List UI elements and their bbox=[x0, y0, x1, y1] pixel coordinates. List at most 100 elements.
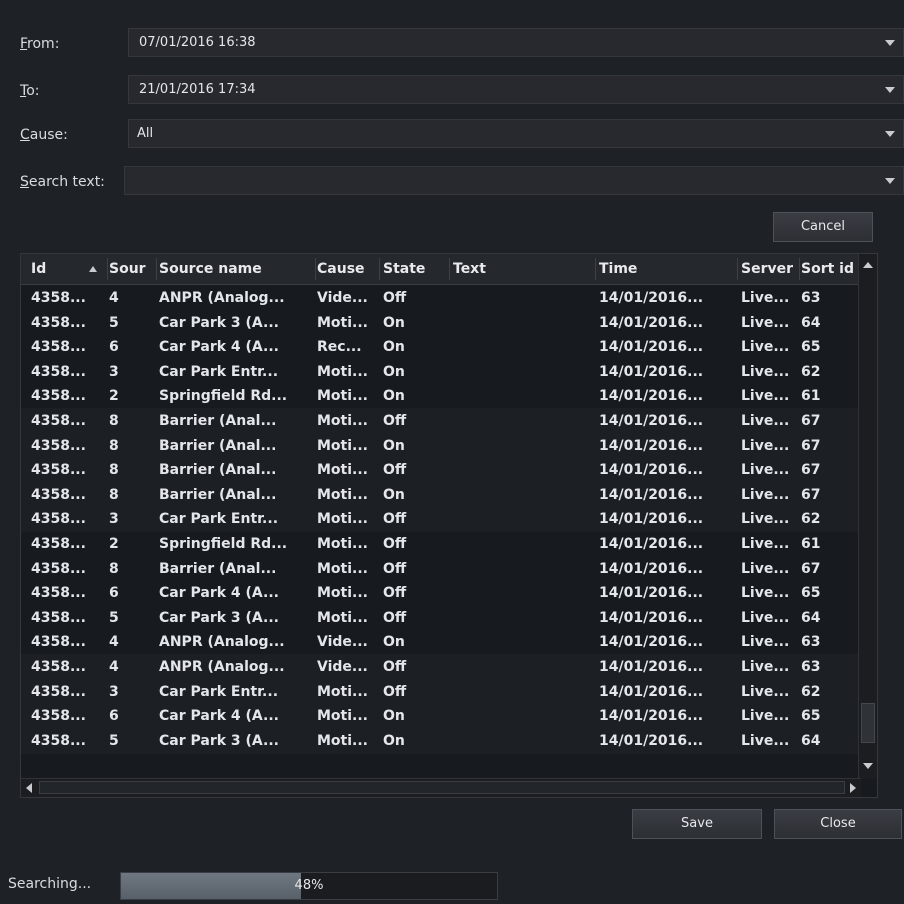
cell-id: 4358... bbox=[31, 511, 86, 528]
cell-cause: Moti... bbox=[317, 413, 368, 429]
cell-source: 5 bbox=[109, 609, 119, 626]
cell-server: Live... bbox=[741, 560, 790, 577]
to-date-value: 21/01/2016 17:34 bbox=[139, 82, 256, 97]
column-header-text[interactable]: Text bbox=[453, 254, 593, 284]
cell-state: Off bbox=[383, 683, 407, 700]
column-separator[interactable] bbox=[315, 258, 316, 280]
vertical-scrollbar[interactable] bbox=[858, 254, 877, 779]
cell-source: 8 bbox=[109, 413, 119, 429]
table-row[interactable]: 4358... 3 Car Park Entr... Moti... Off 14/01/… bbox=[21, 506, 877, 533]
table-row[interactable]: 4358... 6 Car Park 4 (A... Moti... On 14/01/2… bbox=[21, 703, 877, 730]
table-row[interactable]: 4358... 4 ANPR (Analog... Vide... On 14/01/20… bbox=[21, 629, 877, 655]
column-header-cause[interactable]: Cause bbox=[317, 254, 379, 284]
cause-value: All bbox=[137, 126, 154, 141]
table-row[interactable]: 4358... 8 Barrier (Anal... Moti... Off 14/01/… bbox=[21, 457, 877, 484]
cell-text bbox=[453, 556, 593, 582]
column-separator[interactable] bbox=[595, 258, 596, 280]
cancel-button[interactable]: Cancel bbox=[773, 212, 873, 242]
column-separator[interactable] bbox=[799, 258, 800, 280]
to-date-combo[interactable]: 21/01/2016 17:34 bbox=[128, 75, 904, 104]
cell-sort-id: 63 bbox=[801, 634, 821, 651]
cell-source: 2 bbox=[109, 388, 119, 405]
cell-sort-id: 63 bbox=[801, 659, 821, 675]
close-button[interactable]: Close bbox=[774, 809, 902, 839]
cell-server: Live... bbox=[741, 683, 790, 700]
table-row[interactable]: 4358... 4 ANPR (Analog... Vide... Off 14/01/2… bbox=[21, 285, 877, 311]
table-row[interactable]: 4358... 5 Car Park 3 (A... Moti... On 14/01/2… bbox=[21, 727, 877, 754]
column-header-state[interactable]: State bbox=[383, 254, 449, 284]
scroll-up-icon[interactable] bbox=[863, 262, 873, 268]
cell-time: 14/01/2016... bbox=[599, 511, 704, 528]
column-header-source[interactable]: Sour bbox=[109, 254, 155, 284]
table-row[interactable]: 4358... 5 Car Park 3 (A... Moti... Off 14/01/… bbox=[21, 605, 877, 631]
cell-state: Off bbox=[383, 659, 407, 675]
cell-cause: Moti... bbox=[317, 363, 368, 380]
cell-id: 4358... bbox=[31, 659, 86, 675]
table-row[interactable]: 4358... 2 Springfield Rd... Moti... Off 14/01… bbox=[21, 531, 877, 557]
cell-source-name: Car Park Entr... bbox=[159, 683, 279, 700]
cell-text bbox=[453, 433, 593, 459]
cell-text bbox=[453, 310, 593, 336]
column-header-sort-id[interactable]: Sort id bbox=[801, 254, 857, 284]
cell-id: 4358... bbox=[31, 683, 86, 700]
cell-id: 4358... bbox=[31, 462, 86, 479]
cell-sort-id: 64 bbox=[801, 609, 821, 626]
column-header-server[interactable]: Server bbox=[741, 254, 801, 284]
search-text-input[interactable] bbox=[124, 166, 904, 195]
table-row[interactable]: 4358... 6 Car Park 4 (A... Moti... Off 14/01/… bbox=[21, 580, 877, 606]
table-row[interactable]: 4358... 5 Car Park 3 (A... Moti... On 14/01/2… bbox=[21, 310, 877, 336]
cell-sort-id: 62 bbox=[801, 683, 821, 700]
table-row[interactable]: 4358... 3 Car Park Entr... Moti... Off 14/01/… bbox=[21, 678, 877, 705]
scroll-down-icon[interactable] bbox=[863, 763, 873, 769]
chevron-down-icon[interactable] bbox=[885, 87, 895, 93]
scroll-left-icon[interactable] bbox=[26, 783, 32, 793]
column-header-time[interactable]: Time bbox=[599, 254, 737, 284]
from-date-value: 07/01/2016 16:38 bbox=[139, 35, 256, 50]
table-row[interactable]: 4358... 4 ANPR (Analog... Vide... Off 14/01/2… bbox=[21, 654, 877, 680]
chevron-down-icon[interactable] bbox=[885, 178, 895, 184]
save-button[interactable]: Save bbox=[632, 809, 762, 839]
cell-text bbox=[453, 408, 593, 434]
cell-cause: Vide... bbox=[317, 634, 368, 651]
from-date-combo[interactable]: 07/01/2016 16:38 bbox=[128, 28, 904, 57]
table-row[interactable]: 4358... 8 Barrier (Anal... Moti... On 14/01/2… bbox=[21, 481, 877, 508]
cell-server: Live... bbox=[741, 363, 790, 380]
cell-cause: Moti... bbox=[317, 732, 368, 749]
table-row[interactable]: 4358... 8 Barrier (Anal... Moti... Off 14/01/… bbox=[21, 556, 877, 582]
cell-server: Live... bbox=[741, 511, 790, 528]
column-separator[interactable] bbox=[449, 258, 450, 280]
table-row[interactable]: 4358... 2 Springfield Rd... Moti... On 14/01/… bbox=[21, 383, 877, 409]
cell-cause: Vide... bbox=[317, 659, 368, 675]
table-row[interactable]: 4358... 6 Car Park 4 (A... Rec... On 14/01/20… bbox=[21, 334, 877, 360]
column-separator[interactable] bbox=[156, 258, 157, 280]
table-row[interactable]: 4358... 8 Barrier (Anal... Moti... On 14/01/2… bbox=[21, 432, 877, 459]
cell-source-name: Barrier (Anal... bbox=[159, 462, 277, 479]
table-row[interactable]: 4358... 8 Barrier (Anal... Moti... Off 14/01/… bbox=[21, 408, 877, 434]
cell-source-name: Car Park 4 (A... bbox=[159, 339, 279, 356]
table-row[interactable]: 4358... 3 Car Park Entr... Moti... On 14/01/2… bbox=[21, 359, 877, 385]
scrollbar-thumb[interactable] bbox=[861, 703, 875, 743]
column-separator[interactable] bbox=[107, 258, 108, 280]
column-header-source-name[interactable]: Source name bbox=[159, 254, 313, 284]
cell-sort-id: 67 bbox=[801, 560, 821, 577]
cell-text bbox=[453, 703, 593, 729]
column-separator[interactable] bbox=[737, 258, 738, 280]
column-separator[interactable] bbox=[379, 258, 380, 280]
scrollbar-thumb[interactable] bbox=[39, 781, 845, 794]
horizontal-scrollbar[interactable] bbox=[21, 778, 861, 797]
cause-select[interactable]: All bbox=[128, 119, 904, 148]
cell-state: On bbox=[383, 339, 405, 356]
cell-source-name: Car Park Entr... bbox=[159, 363, 279, 380]
scroll-right-icon[interactable] bbox=[850, 783, 856, 793]
cell-text bbox=[453, 334, 593, 360]
sort-ascending-icon bbox=[89, 266, 97, 272]
progress-percent: 48% bbox=[294, 878, 324, 893]
chevron-down-icon[interactable] bbox=[885, 40, 895, 46]
cell-sort-id: 65 bbox=[801, 708, 821, 725]
cell-source: 6 bbox=[109, 708, 119, 725]
cell-state: On bbox=[383, 388, 405, 405]
cell-source: 5 bbox=[109, 732, 119, 749]
cell-cause: Moti... bbox=[317, 388, 368, 405]
chevron-down-icon[interactable] bbox=[885, 131, 895, 137]
cell-cause: Moti... bbox=[317, 585, 368, 602]
